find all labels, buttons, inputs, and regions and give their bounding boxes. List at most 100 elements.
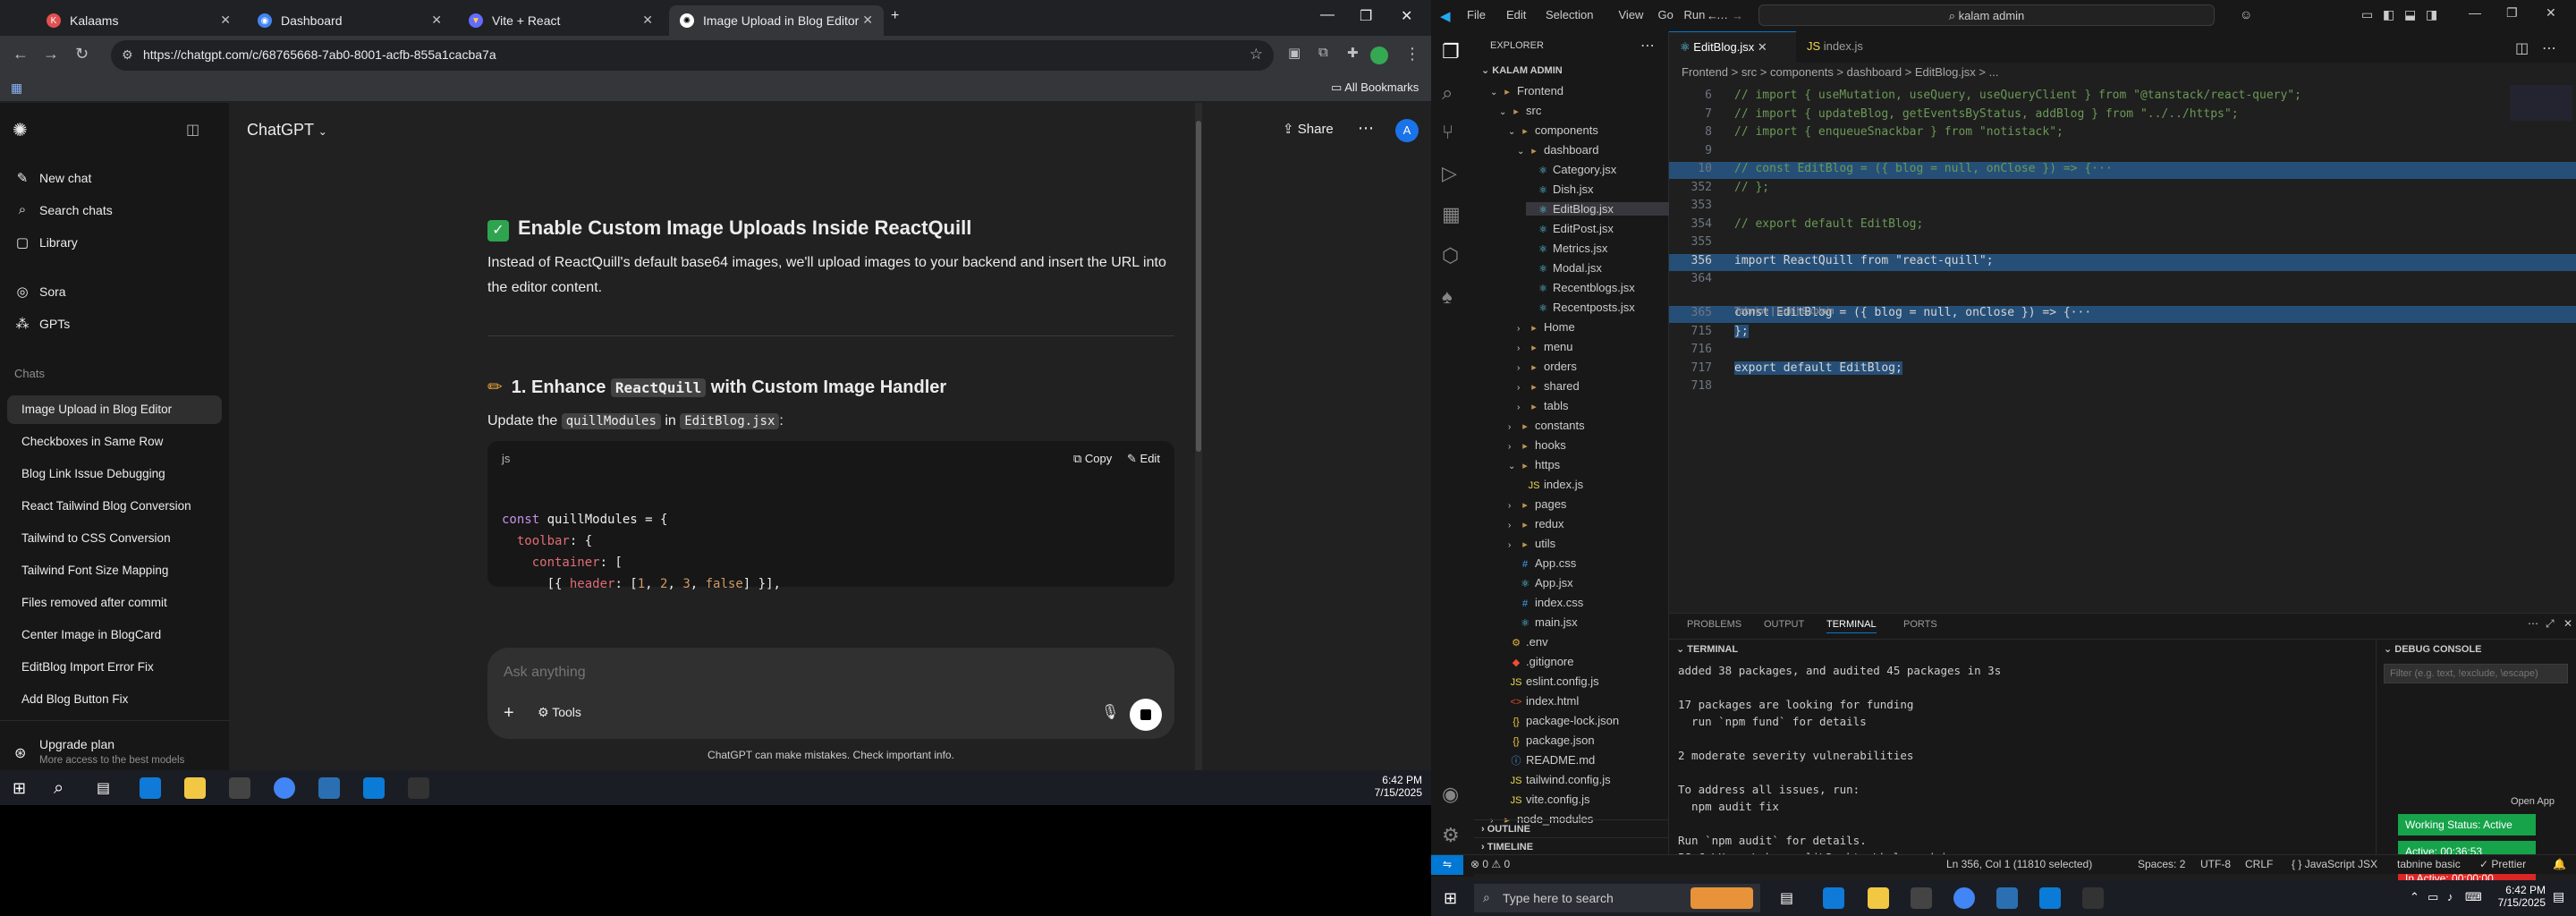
reload-icon[interactable]: ↻ [75,45,89,64]
store-icon[interactable] [1911,887,1932,909]
back-icon[interactable]: ← [13,45,29,64]
tree-item[interactable]: ⌄ ▸ https [1508,458,1669,471]
tree-item[interactable]: › ▸ tabls [1517,399,1669,412]
tray-chevron-icon[interactable]: ⌃ [2410,890,2419,904]
menu-item[interactable]: Edit [1506,8,1526,21]
close-window-icon[interactable]: ✕ [1401,7,1412,25]
workspace-root[interactable]: ⌄ KALAM ADMIN [1481,64,1563,76]
windows-start-icon[interactable]: ⊞ [1444,889,1457,908]
taskbar-search[interactable]: ⌕ Type here to search [1474,884,1760,912]
problems-indicator[interactable]: ⊗ 0 ⚠ 0 [1470,858,1510,870]
close-icon[interactable]: ✕ [431,13,442,28]
run-debug-icon[interactable]: ▷ [1442,162,1457,185]
source-control-icon[interactable]: ⑂ [1442,121,1453,144]
tree-item[interactable]: › ▸ shared [1517,379,1669,393]
layout-icon[interactable]: ▭ [2361,7,2373,22]
more-actions-icon[interactable]: ⋯ [1640,37,1655,55]
debug-filter-input[interactable] [2384,664,2568,683]
tree-item[interactable]: ◆ .gitignore [1499,655,1669,668]
more-options-icon[interactable]: ⋯ [1358,119,1374,138]
maximize-icon[interactable]: ❐ [1360,7,1372,25]
extension-icon[interactable]: ▣ [1288,45,1301,61]
terminal-icon[interactable] [2082,887,2104,909]
more-icon[interactable]: ⋯ [2528,617,2538,630]
tree-item[interactable]: ⚛ Recentposts.jsx [1526,301,1669,314]
account-icon[interactable]: ◉ [1442,783,1459,806]
timeline-section[interactable]: › TIMELINE [1474,837,1669,855]
maximize-icon[interactable]: ❐ [2506,5,2518,21]
tree-item[interactable]: {} package-lock.json [1499,714,1669,727]
share-button[interactable]: ⇪ Share [1283,121,1334,137]
tree-item[interactable]: # index.css [1508,596,1669,609]
tab-editblog[interactable]: ⚛ EditBlog.jsx ✕ [1669,31,1796,63]
avatar[interactable]: A [1395,119,1419,142]
tree-item[interactable]: ⚛ Dish.jsx [1526,182,1669,196]
tree-item[interactable]: › ▸ redux [1508,517,1669,530]
sidebar-toggle-icon[interactable]: ◫ [186,121,199,139]
tree-item[interactable]: › ▸ orders [1517,360,1669,373]
remote-indicator-icon[interactable]: ⇋ [1431,855,1463,875]
chat-history-item[interactable]: Image Upload in Blog Editor [7,395,222,424]
tree-item[interactable]: ⚛ Category.jsx [1526,163,1669,176]
copy-icon[interactable]: ⧉ [1318,45,1328,60]
search-icon[interactable]: ⌕ [54,778,64,799]
tree-item[interactable]: ⚙ .env [1499,635,1669,649]
all-bookmarks[interactable]: ▭ All Bookmarks [1331,81,1419,95]
vscode-icon[interactable] [363,777,385,799]
language-mode[interactable]: { } JavaScript JSX [2292,858,2377,870]
bookmark-star-icon[interactable]: ☆ [1250,46,1263,64]
network-icon[interactable]: ▭ [2428,890,2438,904]
outline-section[interactable]: › OUTLINE [1474,819,1669,837]
tree-item[interactable]: ⚛ Metrics.jsx [1526,242,1669,255]
profile-avatar[interactable] [1370,47,1388,64]
panel-tab[interactable]: PROBLEMS [1687,619,1741,630]
tree-item[interactable]: ⚛ Recentblogs.jsx [1526,281,1669,294]
split-editor-icon[interactable]: ◫ [2515,39,2529,57]
gpts-button[interactable]: ⁂ GPTs [14,316,71,332]
tree-item[interactable]: JS eslint.config.js [1499,674,1669,688]
close-icon[interactable]: ✕ [862,13,873,28]
tree-item[interactable]: › ▸ utils [1508,537,1669,550]
store-icon[interactable] [229,777,250,799]
chat-history-item[interactable]: Center Image in BlogCard [7,621,222,649]
search-icon[interactable]: ⌕ [1442,81,1453,105]
edge-icon[interactable] [1823,887,1844,909]
chat-history-item[interactable]: Add Blog Button Fix [7,685,222,714]
maximize-panel-icon[interactable]: ⤢ [2546,617,2555,631]
close-icon[interactable]: ✕ [220,13,231,28]
explorer-icon[interactable]: ❐ [1442,40,1460,64]
chat-history-item[interactable]: Tailwind Font Size Mapping [7,556,222,585]
menu-icon[interactable]: ⋮ [1404,45,1420,64]
app-icon[interactable] [1996,887,2018,909]
tree-item[interactable]: ⌄ ▸ src [1499,104,1669,117]
task-view-icon[interactable]: ▤ [97,779,110,797]
tree-item[interactable]: {} package.json [1499,734,1669,747]
address-bar[interactable]: https://chatgpt.com/c/68765668-7ab0-8001… [111,40,1274,71]
breadcrumb[interactable]: Frontend > src > components > dashboard … [1682,65,1998,79]
minimize-icon[interactable]: — [2469,5,2481,20]
chat-history-item[interactable]: EditBlog Import Error Fix [7,653,222,682]
copilot-icon[interactable]: ☺ [2240,7,2252,21]
apps-icon[interactable]: ▦ [11,81,22,96]
working-status-badge[interactable]: Working Status: Active [2398,814,2536,835]
command-center[interactable]: ⌕ kalam admin [1758,4,2215,26]
remote-icon[interactable]: ⬡ [1442,244,1459,267]
mongo-leaf-icon[interactable]: ♠ [1442,285,1453,309]
nav-back-icon[interactable]: ← [1707,9,1718,22]
terminal-header[interactable]: ⌄ TERMINAL [1669,639,2376,658]
terminal-output[interactable]: added 38 packages, and audited 45 packag… [1678,665,2367,869]
more-actions-icon[interactable]: ⋯ [2542,39,2556,57]
volume-icon[interactable]: ♪ [2447,890,2453,903]
notifications-bell-icon[interactable]: 🔔 [2553,858,2566,870]
panel-tab[interactable]: TERMINAL [1826,619,1877,633]
nav-forward-icon[interactable]: → [1732,9,1743,22]
tab-image-upload[interactable]: ✺ Image Upload in Blog Editor ✕ [669,5,884,36]
tree-item[interactable]: ⚛ EditPost.jsx [1526,222,1669,235]
chat-history-item[interactable]: React Tailwind Blog Conversion [7,492,222,521]
site-info-icon[interactable]: ⚙ [122,47,133,63]
tree-item[interactable]: JS tailwind.config.js [1499,773,1669,786]
menu-item[interactable]: Run [1684,8,1706,21]
close-panel-icon[interactable]: ✕ [2563,617,2572,630]
library-button[interactable]: ▢ Library [14,234,78,250]
copy-button[interactable]: ⧉ Copy [1073,452,1112,466]
